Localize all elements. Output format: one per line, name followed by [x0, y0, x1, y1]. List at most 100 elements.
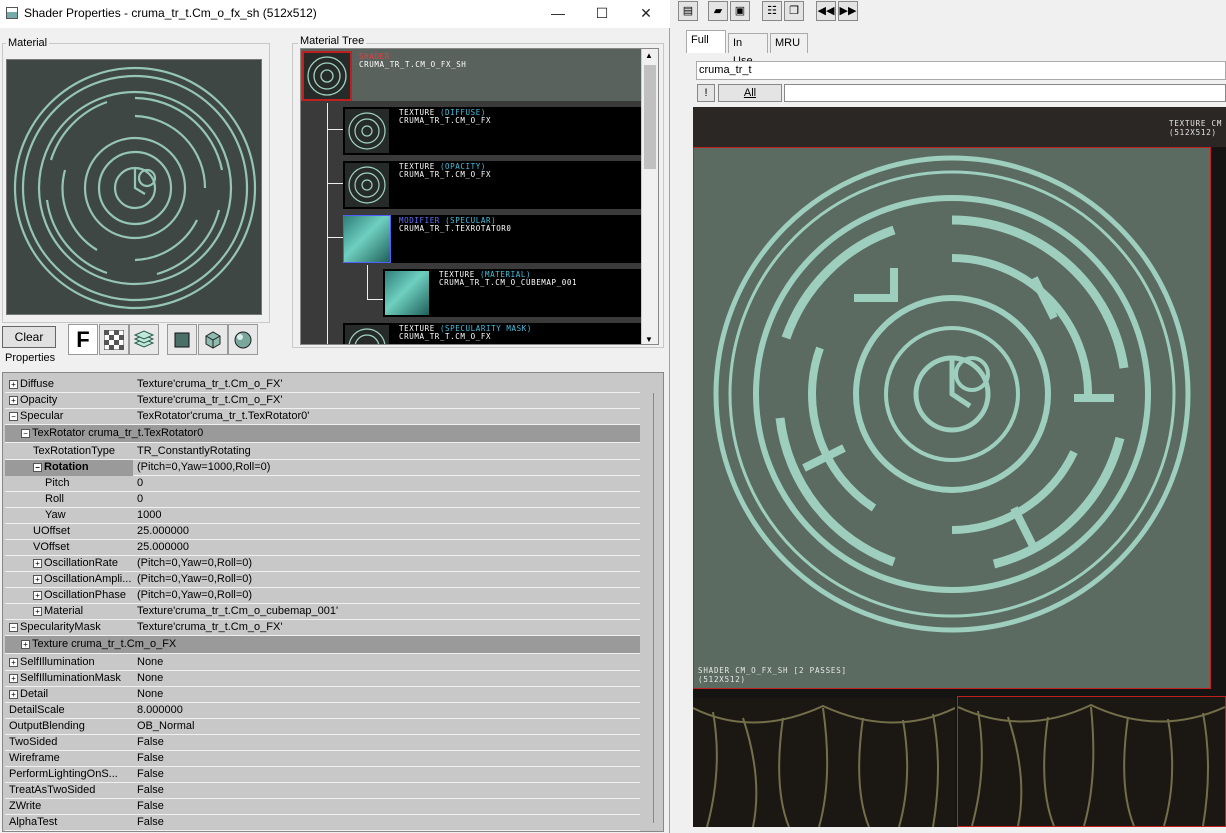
previous-button[interactable]: ◀◀ [816, 1, 836, 21]
expand-icon[interactable]: + [9, 689, 18, 699]
package-filter-field[interactable]: cruma_tr_t [696, 61, 1226, 80]
property-row[interactable]: TexRotationType TR_ConstantlyRotating [5, 444, 640, 460]
property-value[interactable]: Texture'cruma_tr_t.Cm_o_cubemap_001' [137, 604, 338, 619]
property-value[interactable]: (Pitch=0,Yaw=0,Roll=0) [137, 572, 252, 587]
tab-in-use[interactable]: In Use [728, 33, 768, 67]
property-row[interactable]: Wireframe False [5, 751, 640, 767]
property-row[interactable]: + Diffuse Texture'cruma_tr_t.Cm_o_FX' [5, 377, 640, 393]
property-row[interactable]: VOffset 25.000000 [5, 540, 640, 556]
property-value[interactable]: TR_ConstantlyRotating [137, 444, 251, 459]
property-value[interactable]: Texture'cruma_tr_t.Cm_o_FX' [137, 377, 282, 392]
property-value[interactable]: None [137, 687, 163, 702]
open-button[interactable]: ▰ [708, 1, 728, 21]
property-row[interactable]: PerformLightingOnS... False [5, 767, 640, 783]
property-value[interactable]: (Pitch=0,Yaw=0,Roll=0) [137, 556, 252, 571]
texture-tile-roots-selected[interactable] [957, 696, 1226, 827]
property-row[interactable]: + Texture cruma_tr_t.Cm_o_FX [5, 636, 640, 654]
property-row[interactable]: − Rotation (Pitch=0,Yaw=1000,Roll=0) [5, 460, 640, 476]
property-row[interactable]: DetailScale 8.000000 [5, 703, 640, 719]
property-value[interactable]: OB_Normal [137, 719, 194, 734]
scroll-thumb[interactable] [644, 65, 656, 169]
property-row[interactable]: AlphaTest False [5, 815, 640, 831]
property-value[interactable]: False [137, 815, 164, 830]
expand-icon[interactable]: + [33, 574, 42, 584]
property-row[interactable]: UOffset 25.000000 [5, 524, 640, 540]
browser-window-button[interactable]: ▤ [678, 1, 698, 21]
layers-button[interactable] [129, 324, 159, 355]
expand-icon[interactable]: + [21, 639, 30, 649]
all-button[interactable]: All [718, 84, 782, 102]
property-row[interactable]: Yaw 1000 [5, 508, 640, 524]
property-value[interactable]: False [137, 735, 164, 750]
tree-node-specular-modifier[interactable]: MODIFIER (SPECULAR) CRUMA_TR_T.TEXROTATOR… [343, 215, 643, 263]
property-value[interactable]: Texture'cruma_tr_t.Cm_o_FX' [137, 620, 282, 635]
tree-node-diffuse[interactable]: TEXTURE (DIFFUSE) CRUMA_TR_T.CM_O_FX [343, 107, 643, 155]
property-row[interactable]: + Opacity Texture'cruma_tr_t.Cm_o_FX' [5, 393, 640, 409]
property-value[interactable]: False [137, 783, 164, 798]
material-tree[interactable]: SHADER CRUMA_TR_T.CM_O_FX_SH TEXTURE (DI… [300, 48, 659, 345]
scroll-down-icon[interactable]: ▼ [645, 335, 653, 344]
clear-button[interactable]: Clear [2, 326, 56, 348]
save-button[interactable]: ▣ [730, 1, 750, 21]
maximize-button[interactable]: ☐ [580, 0, 624, 28]
tree-node-material[interactable]: TEXTURE (MATERIAL) CRUMA_TR_T.CM_O_CUBEMA… [383, 269, 643, 317]
copy-button[interactable]: ❐ [784, 1, 804, 21]
property-row[interactable]: + Material Texture'cruma_tr_t.Cm_o_cubemap… [5, 604, 640, 620]
property-row[interactable]: + Detail None [5, 687, 640, 703]
property-row[interactable]: + OscillationAmpli... (Pitch=0,Yaw=0,Roll=… [5, 572, 640, 588]
expand-icon[interactable]: + [33, 606, 42, 616]
property-row[interactable]: + SelfIllumination None [5, 655, 640, 671]
expand-icon[interactable]: + [9, 395, 18, 405]
title-bar[interactable]: Shader Properties - cruma_tr_t.Cm_o_fx_s… [0, 0, 670, 28]
property-value[interactable]: False [137, 767, 164, 782]
property-value[interactable]: None [137, 671, 163, 686]
selected-shader-tile[interactable]: SHADER CM_O_FX_SH [2 PASSES] (512X512) [693, 147, 1211, 689]
property-row[interactable]: + OscillationRate (Pitch=0,Yaw=0,Roll=0) [5, 556, 640, 572]
property-value[interactable]: False [137, 799, 164, 814]
property-row[interactable]: TwoSided False [5, 735, 640, 751]
tree-node-opacity[interactable]: TEXTURE (OPACITY) CRUMA_TR_T.CM_O_FX [343, 161, 643, 209]
property-value[interactable]: 1000 [137, 508, 161, 523]
property-row[interactable]: − Specular TexRotator'cruma_tr_t.TexRotato… [5, 409, 640, 425]
cube-preview-button[interactable] [198, 324, 228, 355]
search-field[interactable] [784, 84, 1226, 102]
tree-scrollbar[interactable]: ▲ ▼ [641, 49, 658, 344]
property-value[interactable]: False [137, 751, 164, 766]
property-value[interactable]: 0 [137, 476, 143, 491]
collapse-icon[interactable]: − [9, 622, 18, 632]
collapse-icon[interactable]: − [21, 428, 30, 438]
plane-preview-button[interactable] [167, 324, 197, 355]
property-row[interactable]: ZWrite False [5, 799, 640, 815]
expand-icon[interactable]: + [33, 590, 42, 600]
close-button[interactable]: ✕ [624, 0, 668, 28]
property-value[interactable]: TexRotator'cruma_tr_t.TexRotator0' [137, 409, 309, 424]
texture-tile-roots[interactable] [693, 698, 956, 827]
property-value[interactable]: 25.000000 [137, 540, 189, 555]
property-value[interactable]: 25.000000 [137, 524, 189, 539]
properties-grid[interactable]: + Diffuse Texture'cruma_tr_t.Cm_o_FX' + Opac… [2, 372, 664, 832]
properties-button[interactable]: ☷ [762, 1, 782, 21]
property-value[interactable]: 8.000000 [137, 703, 183, 718]
properties-scrollbar[interactable] [647, 389, 661, 829]
collapse-icon[interactable]: − [33, 462, 42, 472]
minimize-button[interactable]: — [536, 0, 580, 28]
expand-icon[interactable]: + [9, 673, 18, 683]
expand-icon[interactable]: + [9, 657, 18, 667]
property-value[interactable]: (Pitch=0,Yaw=1000,Roll=0) [137, 460, 270, 475]
property-value[interactable]: 0 [137, 492, 143, 507]
expand-icon[interactable]: + [33, 558, 42, 568]
exclamation-button[interactable]: ! [697, 84, 715, 102]
tree-node-specularity-mask[interactable]: TEXTURE (SPECULARITY MASK) CRUMA_TR_T.CM_… [343, 323, 643, 344]
tree-root-row[interactable]: SHADER CRUMA_TR_T.CM_O_FX_SH [301, 49, 643, 101]
property-row[interactable]: Roll 0 [5, 492, 640, 508]
texture-tile-top[interactable]: TEXTURE CM (512X512) [693, 107, 1226, 147]
font-toggle-button[interactable]: F [68, 324, 98, 355]
property-row[interactable]: TreatAsTwoSided False [5, 783, 640, 799]
collapse-icon[interactable]: − [9, 411, 18, 421]
property-value[interactable]: Texture'cruma_tr_t.Cm_o_FX' [137, 393, 282, 408]
expand-icon[interactable]: + [9, 379, 18, 389]
texture-viewer[interactable]: TEXTURE CM (512X512) SHADER CM_O_FX_SH [… [693, 107, 1226, 827]
sphere-preview-button[interactable] [228, 324, 258, 355]
property-row[interactable]: − SpecularityMask Texture'cruma_tr_t.Cm_o_… [5, 620, 640, 636]
property-value[interactable]: None [137, 655, 163, 670]
